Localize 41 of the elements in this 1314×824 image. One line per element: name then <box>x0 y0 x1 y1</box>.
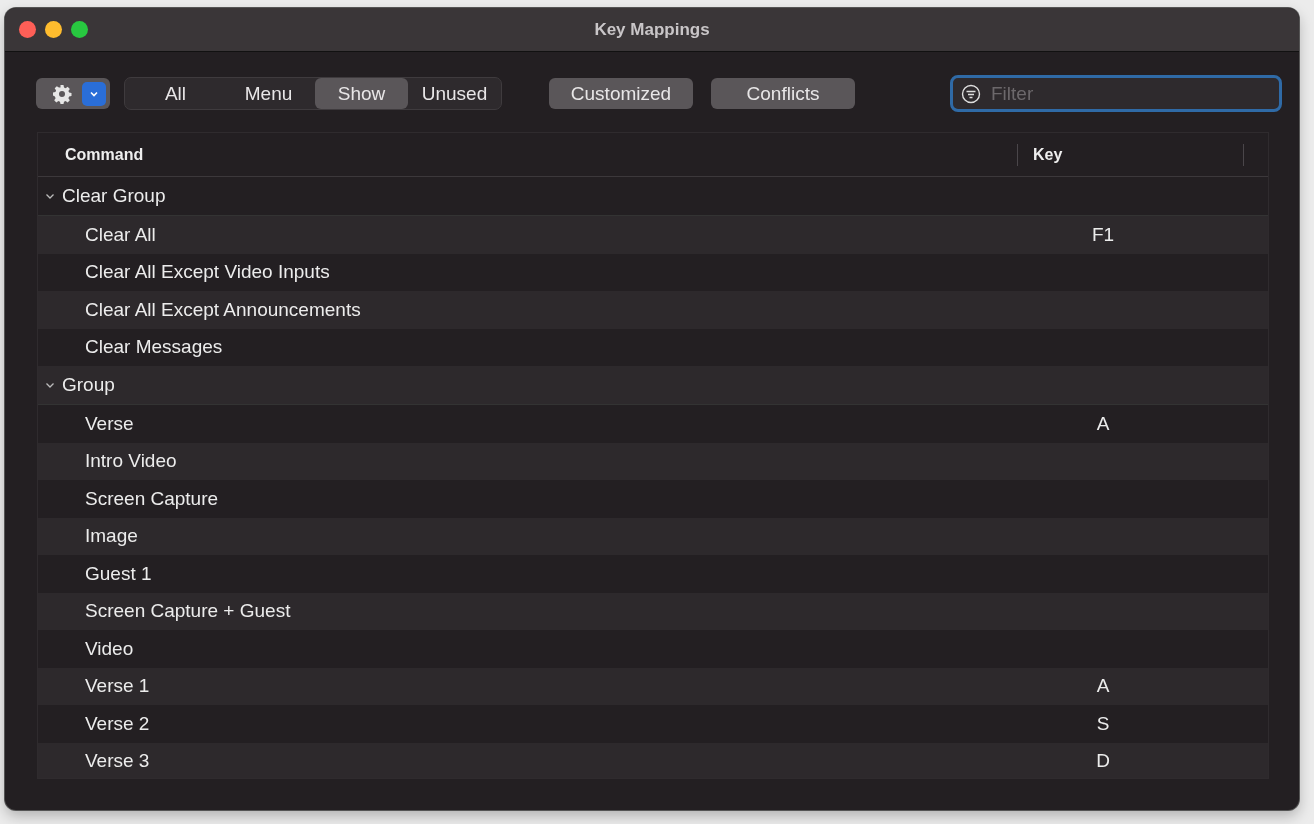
key-cell: F1 <box>1091 223 1115 246</box>
command-cell-text: Clear All Except Video Inputs <box>84 261 331 284</box>
command-cell-text: Clear Messages <box>84 336 224 359</box>
filter-field[interactable]: Filter <box>950 75 1282 112</box>
group-row[interactable]: Group <box>38 366 1268 404</box>
segment-tab[interactable]: Show <box>315 78 408 109</box>
command-cell-text: Clear All <box>84 223 157 246</box>
command-cell-text: Intro Video <box>84 450 178 473</box>
column-header[interactable]: Command <box>65 145 144 163</box>
command-cell-text: Verse 2 <box>84 712 151 735</box>
column-header[interactable]: Key <box>1033 145 1063 163</box>
key-cell: S <box>1096 712 1110 735</box>
group-name: Clear Group <box>62 185 166 207</box>
window-title: Key Mappings <box>594 19 710 40</box>
disclosure-icon[interactable] <box>45 191 55 201</box>
command-cell-text: Screen Capture + Guest <box>84 600 292 623</box>
group-row[interactable]: Clear Group <box>38 177 1268 215</box>
command-cell-text: Screen Capture <box>84 487 220 510</box>
segment-tab[interactable]: Menu <box>222 78 315 109</box>
command-cell-text: Verse 3 <box>84 750 151 773</box>
command-cell-text: Verse <box>84 412 135 435</box>
action-menu-button[interactable] <box>36 78 110 109</box>
minimize-button[interactable] <box>45 21 62 38</box>
key-cell: A <box>1096 675 1110 698</box>
command-cell-text: Clear All Except Announcements <box>84 298 362 321</box>
gear-icon <box>52 83 72 104</box>
caret-icon <box>82 81 106 106</box>
group-name: Group <box>62 374 115 396</box>
toggle-button[interactable]: Customized <box>549 78 693 109</box>
command-cell-text: Image <box>84 525 139 548</box>
disclosure-icon[interactable] <box>45 380 55 390</box>
toggle-button[interactable]: Conflicts <box>711 78 855 109</box>
segment-tab[interactable]: All <box>129 78 222 109</box>
key-cell: D <box>1096 750 1110 773</box>
close-button[interactable] <box>19 21 36 38</box>
segment-tab[interactable]: Unused <box>408 78 501 109</box>
command-cell-text: Verse 1 <box>84 675 151 698</box>
command-cell-text: Guest 1 <box>84 562 153 585</box>
command-cell-text: Video <box>84 637 135 660</box>
zoom-button[interactable] <box>71 21 88 38</box>
key-cell: A <box>1096 412 1110 435</box>
